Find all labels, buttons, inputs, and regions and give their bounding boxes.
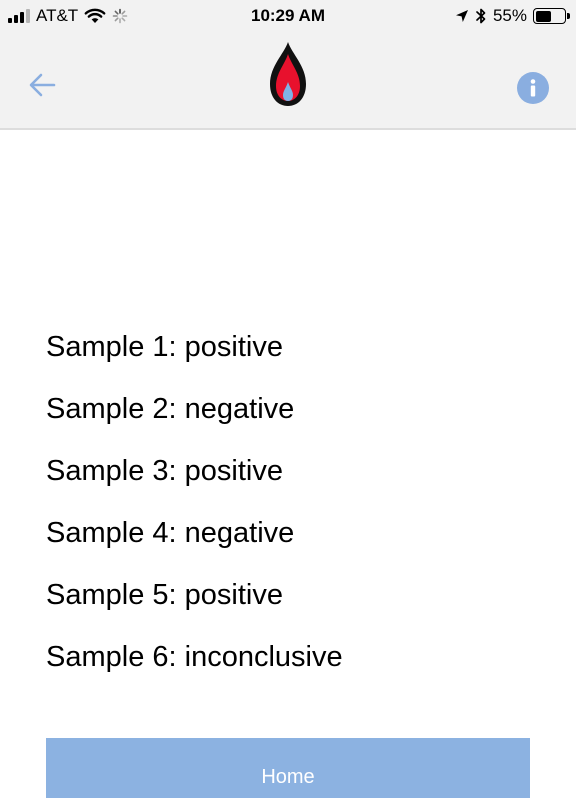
status-bar: AT&T 10:29 AM 55%: [0, 0, 576, 32]
info-button[interactable]: [517, 72, 549, 104]
battery-fill: [535, 10, 551, 22]
info-icon: [530, 79, 536, 97]
result-sample-4: Sample 4: negative: [46, 517, 295, 549]
home-button[interactable]: Home: [46, 738, 530, 798]
flame-logo-icon: [270, 42, 306, 106]
back-arrow-icon: [29, 73, 56, 97]
result-sample-3: Sample 3: positive: [46, 455, 283, 487]
battery-icon: [533, 8, 570, 24]
result-sample-5: Sample 5: positive: [46, 579, 283, 611]
results-list: Sample 1: positive Sample 2: negative Sa…: [46, 328, 343, 700]
battery-tip: [567, 13, 570, 19]
battery-percent: 55%: [492, 6, 527, 25]
status-right: 55%: [455, 6, 570, 26]
navigation-bar: [0, 32, 576, 130]
result-sample-2: Sample 2: negative: [46, 393, 295, 425]
result-sample-1: Sample 1: positive: [46, 331, 283, 363]
location-arrow-icon: [455, 10, 468, 22]
back-button[interactable]: [24, 70, 60, 100]
result-sample-6: Sample 6: inconclusive: [46, 641, 343, 673]
bluetooth-icon: [476, 8, 486, 24]
